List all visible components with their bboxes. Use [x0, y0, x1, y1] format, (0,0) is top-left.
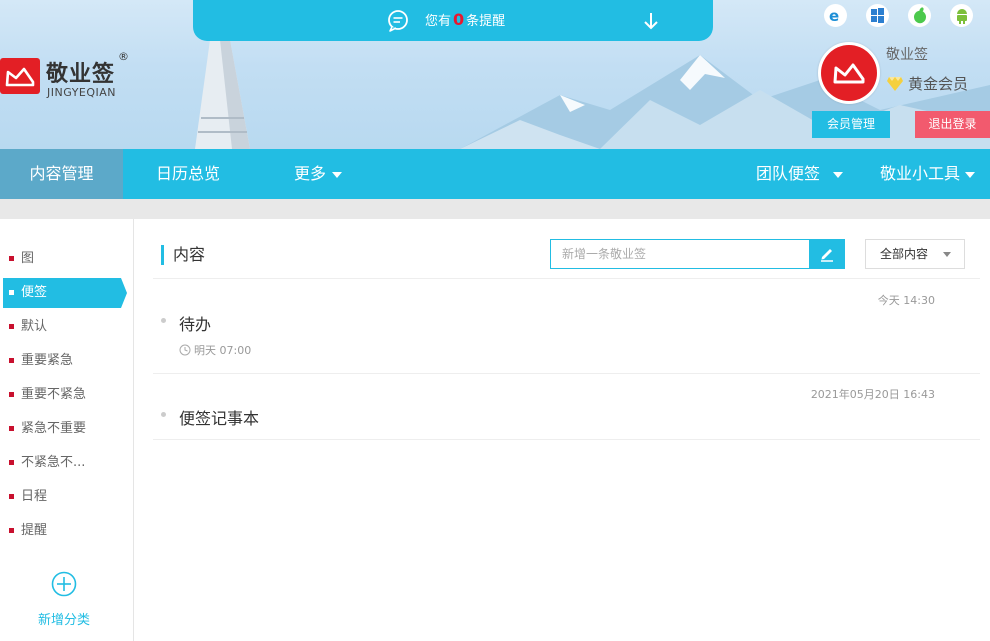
category-item-urgent-not-important[interactable]: 紧急不重要 — [3, 414, 121, 444]
category-item-not-urgent[interactable]: 不紧急不... — [3, 448, 121, 478]
plus-circle-icon — [51, 571, 77, 597]
note-item[interactable]: 今天 14:30 待办 明天 07:00 — [153, 279, 980, 374]
nav-calendar-overview[interactable]: 日历总览 — [156, 149, 220, 199]
note-title: 便签记事本 — [179, 409, 260, 428]
add-category-label: 新增分类 — [37, 613, 90, 628]
member-management-button[interactable]: 会员管理 — [812, 111, 890, 138]
content-panel: 内容 全部内容 今天 14:30 待办 明天 07:00 2021年05月20日… — [153, 219, 980, 641]
user-name: 敬业签 — [886, 47, 928, 63]
member-level-label: 黄金会员 — [908, 75, 969, 93]
windows-icon[interactable] — [866, 4, 889, 27]
bullet-icon — [9, 290, 14, 295]
category-item-important-urgent[interactable]: 重要紧急 — [3, 346, 121, 376]
android-icon[interactable] — [950, 4, 973, 27]
category-label: 默认 — [21, 319, 48, 334]
bullet-icon — [9, 256, 14, 261]
category-label: 提醒 — [21, 523, 48, 538]
nav-more[interactable]: 更多 — [294, 149, 343, 199]
main-nav: 内容管理 日历总览 更多 团队便签 敬业小工具 — [0, 149, 990, 199]
chevron-down-icon — [332, 171, 343, 178]
note-title: 待办 — [179, 315, 212, 334]
bullet-icon — [9, 426, 14, 431]
reminder-suffix: 条提醒 — [466, 14, 506, 29]
nav-tools[interactable]: 敬业小工具 — [880, 149, 976, 199]
logo-name: 敬业签 — [46, 62, 116, 87]
new-note-input[interactable] — [551, 240, 809, 268]
logout-button[interactable]: 退出登录 — [915, 111, 990, 138]
new-note-box — [550, 239, 845, 269]
category-item-chart[interactable]: 图 — [3, 244, 121, 274]
note-timestamp: 今天 14:30 — [877, 294, 935, 307]
ie-icon[interactable]: e — [824, 4, 847, 27]
apple-icon[interactable] — [908, 4, 931, 27]
category-label: 紧急不重要 — [21, 421, 87, 436]
note-bullet — [161, 318, 166, 323]
bullet-icon — [9, 324, 14, 329]
content-filter-select[interactable]: 全部内容 — [865, 239, 965, 269]
member-level: 黄金会员 — [886, 73, 968, 94]
bullet-icon — [9, 494, 14, 499]
bullet-icon — [9, 528, 14, 533]
category-sidebar: 图 便签 默认 重要紧急 重要不紧急 紧急不重要 不紧急不... 日程 提醒 新… — [0, 219, 134, 641]
category-item-notes[interactable]: 便签 — [3, 278, 127, 308]
filter-value: 全部内容 — [880, 247, 929, 261]
nav-content-label: 内容管理 — [29, 164, 94, 183]
note-item[interactable]: 2021年05月20日 16:43 便签记事本 — [153, 374, 980, 440]
nav-shadow-bar — [0, 199, 990, 219]
note-timestamp: 2021年05月20日 16:43 — [810, 388, 935, 401]
svg-text:e: e — [829, 7, 839, 24]
nav-calendar-label: 日历总览 — [156, 164, 221, 183]
cloud-logo-icon — [5, 67, 35, 87]
pencil-icon — [820, 249, 833, 262]
category-label: 日程 — [21, 489, 48, 504]
chevron-down-icon — [943, 252, 951, 257]
category-item-default[interactable]: 默认 — [3, 312, 121, 342]
add-category-button[interactable]: 新增分类 — [0, 571, 128, 628]
diamond-icon — [887, 76, 903, 91]
reminder-text: 您有 0 条提醒 — [425, 10, 505, 29]
platform-links: e — [824, 4, 973, 27]
note-reminder: 明天 07:00 — [179, 342, 251, 358]
page-title: 内容 — [161, 245, 205, 265]
arrow-down-icon[interactable] — [642, 11, 660, 31]
note-bullet — [161, 412, 166, 417]
cloud-logo-icon — [833, 63, 865, 84]
clock-icon — [179, 344, 191, 356]
chat-bubble-icon — [388, 10, 408, 32]
avatar[interactable] — [818, 42, 880, 104]
category-label: 图 — [21, 251, 35, 266]
bullet-icon — [9, 392, 14, 397]
category-item-reminder[interactable]: 提醒 — [3, 516, 121, 546]
category-item-important-not-urgent[interactable]: 重要不紧急 — [3, 380, 121, 410]
category-label: 不紧急不... — [21, 455, 86, 470]
note-reminder-time: 明天 07:00 — [194, 344, 252, 357]
nav-more-label: 更多 — [294, 164, 327, 183]
nav-team-notes[interactable]: 团队便签 — [756, 149, 844, 199]
registered-mark: ® — [118, 50, 129, 63]
reminder-count: 0 — [453, 10, 465, 29]
logo-pinyin: JINGYEQIAN — [47, 86, 117, 99]
bullet-icon — [9, 460, 14, 465]
chevron-down-icon — [965, 171, 976, 178]
logo[interactable]: 敬业签 ® JINGYEQIAN — [0, 50, 140, 102]
add-note-button[interactable] — [809, 240, 844, 268]
category-item-schedule[interactable]: 日程 — [3, 482, 121, 512]
nav-content-management[interactable]: 内容管理 — [0, 149, 123, 199]
nav-tools-label: 敬业小工具 — [880, 164, 961, 183]
logo-mark — [0, 58, 40, 94]
reminder-prefix: 您有 — [425, 14, 452, 29]
category-label: 重要紧急 — [21, 353, 74, 368]
bullet-icon — [9, 358, 14, 363]
nav-team-label: 团队便签 — [756, 164, 821, 183]
category-label: 便签 — [21, 285, 48, 300]
category-label: 重要不紧急 — [21, 387, 87, 402]
chevron-down-icon — [833, 171, 844, 178]
